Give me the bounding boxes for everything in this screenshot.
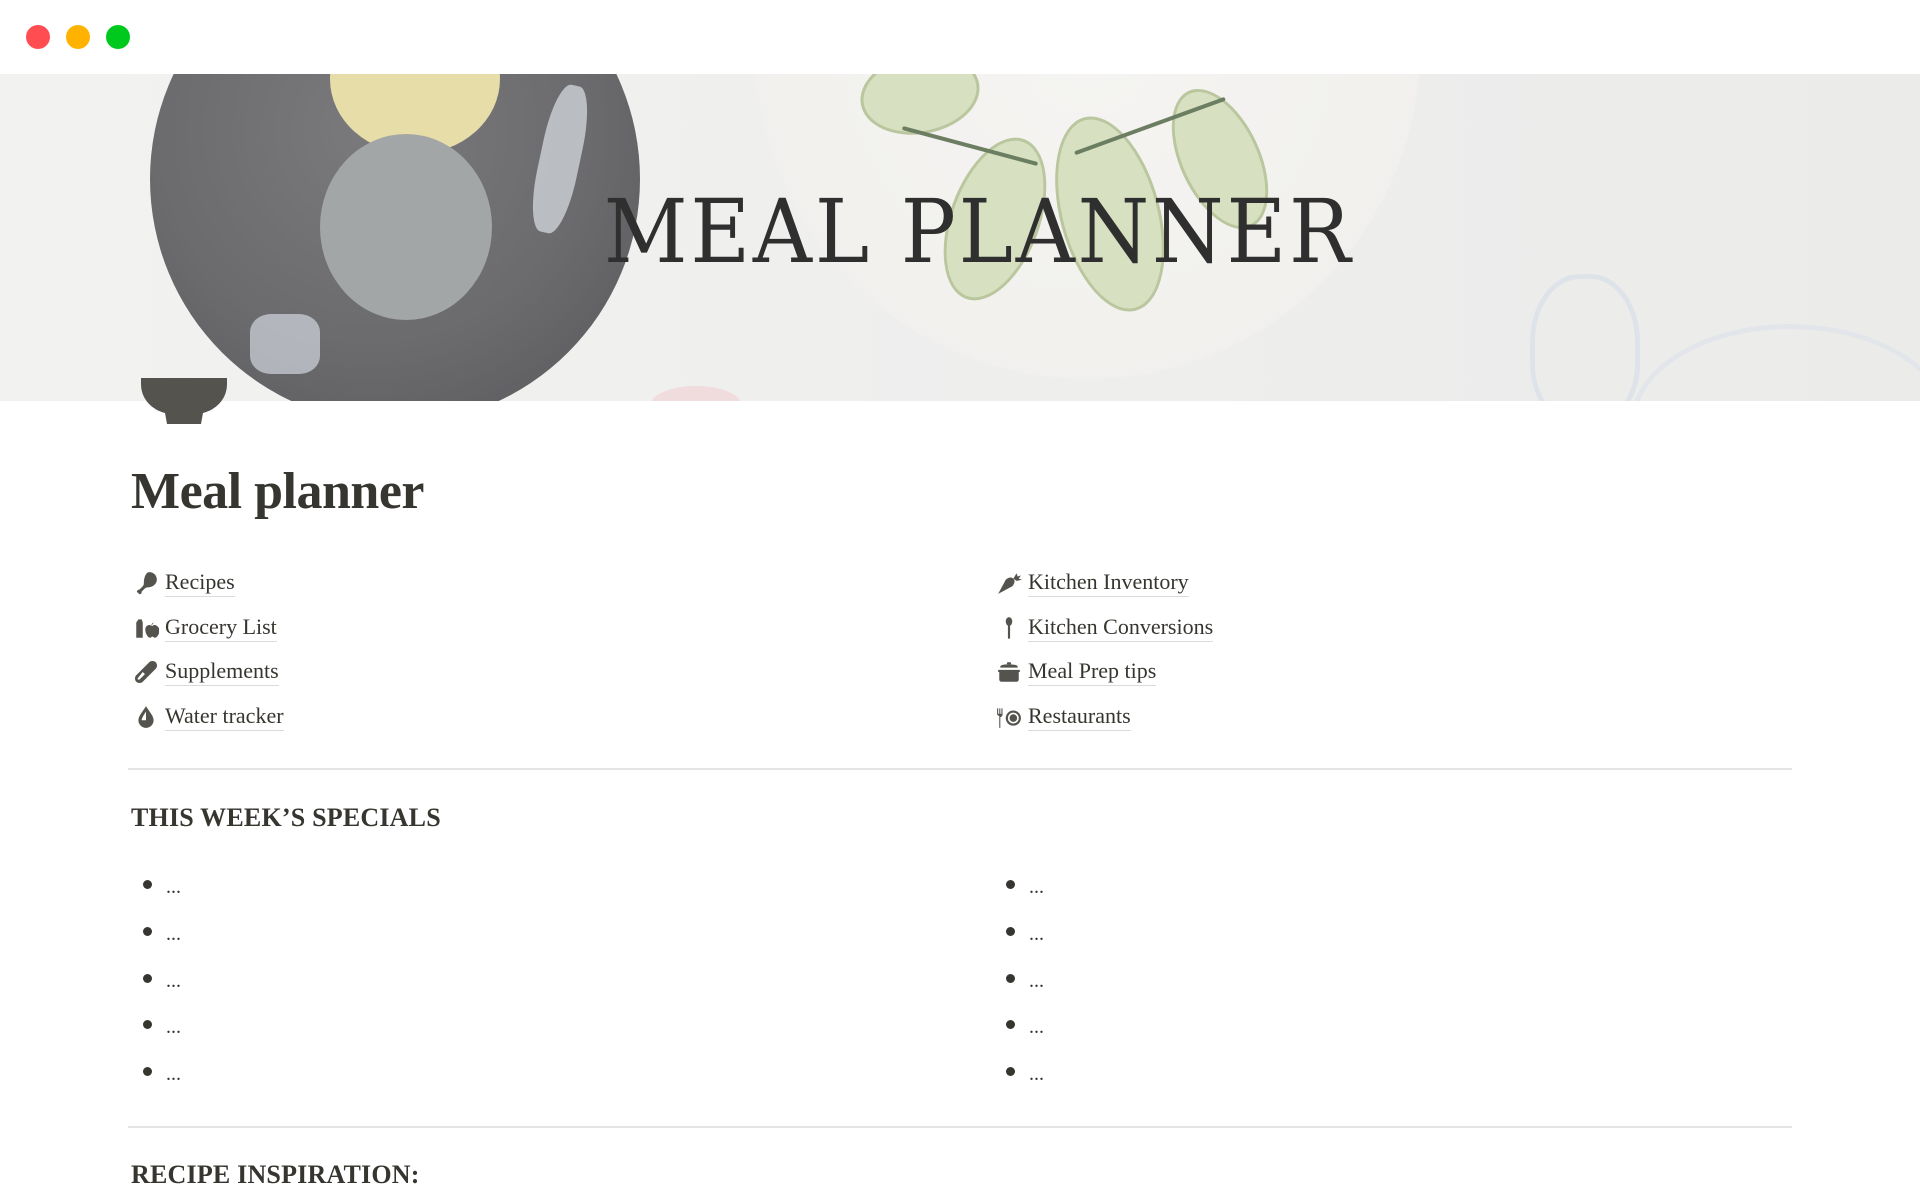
grocery-icon	[131, 613, 161, 643]
link-recipes[interactable]: Recipes	[131, 563, 235, 603]
spoon-icon	[994, 613, 1024, 643]
bullet-icon	[143, 973, 152, 983]
link-supplements[interactable]: Supplements	[131, 652, 279, 692]
list-item[interactable]: ...	[994, 1059, 1294, 1089]
drumstick-icon	[131, 568, 161, 598]
page-cover-image[interactable]: MEAL PLANNER	[0, 74, 1920, 401]
glass-mug-graphic	[1530, 274, 1640, 401]
cover-title: MEAL PLANNER	[603, 180, 1354, 283]
link-label: Supplements	[165, 658, 279, 686]
pill-icon	[131, 657, 161, 687]
maximize-window-button[interactable]	[106, 25, 130, 49]
bullet-icon	[1006, 879, 1015, 889]
specials-heading[interactable]: THIS WEEK’S SPECIALS	[131, 803, 441, 833]
list-item[interactable]: ...	[994, 1012, 1294, 1042]
link-label: Kitchen Inventory	[1028, 569, 1189, 597]
minimize-window-button[interactable]	[66, 25, 90, 49]
glass-mug-graphic	[1630, 324, 1920, 401]
bowl-icon[interactable]	[141, 378, 227, 424]
list-item[interactable]: ...	[131, 919, 431, 949]
window-titlebar	[0, 0, 1920, 74]
carrot-icon	[994, 568, 1024, 598]
list-item[interactable]: ...	[131, 1012, 431, 1042]
bullet-icon	[143, 1019, 152, 1029]
water-drop-icon	[131, 702, 161, 732]
link-water-tracker[interactable]: Water tracker	[131, 697, 284, 737]
list-item[interactable]: ...	[994, 872, 1294, 902]
bullet-icon	[1006, 1019, 1015, 1029]
link-label: Grocery List	[165, 614, 277, 642]
link-grocery-list[interactable]: Grocery List	[131, 608, 277, 648]
link-restaurants[interactable]: Restaurants	[994, 697, 1131, 737]
bullet-icon	[1006, 973, 1015, 983]
hand-graphic	[650, 386, 742, 401]
list-item[interactable]: ...	[994, 966, 1294, 996]
close-window-button[interactable]	[26, 25, 50, 49]
bullet-icon	[1006, 926, 1015, 936]
list-item[interactable]: ...	[131, 872, 431, 902]
link-label: Recipes	[165, 569, 235, 597]
recipe-inspiration-heading[interactable]: RECIPE INSPIRATION:	[131, 1160, 420, 1190]
link-kitchen-inventory[interactable]: Kitchen Inventory	[994, 563, 1189, 603]
bullet-icon	[1006, 1066, 1015, 1076]
divider	[128, 768, 1792, 770]
link-kitchen-conversions[interactable]: Kitchen Conversions	[994, 608, 1214, 648]
pot-icon	[994, 657, 1024, 687]
bullet-icon	[143, 1066, 152, 1076]
list-item[interactable]: ...	[994, 919, 1294, 949]
bullet-icon	[143, 879, 152, 889]
link-label: Restaurants	[1028, 703, 1131, 731]
bullet-icon	[143, 926, 152, 936]
link-label: Water tracker	[165, 703, 284, 731]
link-meal-prep-tips[interactable]: Meal Prep tips	[994, 652, 1157, 692]
fork-plate-icon	[994, 702, 1024, 732]
link-label: Meal Prep tips	[1028, 658, 1157, 686]
list-item[interactable]: ...	[131, 1059, 431, 1089]
page-title[interactable]: Meal planner	[131, 462, 424, 521]
list-item[interactable]: ...	[131, 966, 431, 996]
link-label: Kitchen Conversions	[1028, 614, 1214, 642]
divider	[128, 1126, 1792, 1128]
